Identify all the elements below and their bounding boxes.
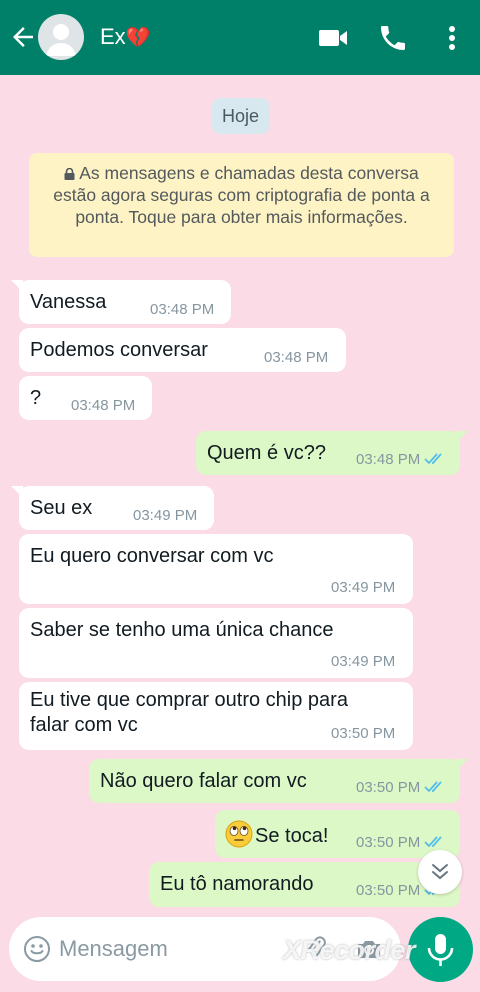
message-time: 03:48 PM	[356, 451, 446, 468]
message-text: Saber se tenho uma única chance	[30, 619, 334, 641]
message-bubble-incoming[interactable]: Saber se tenho uma única chance 03:49 PM	[19, 608, 413, 678]
message-text: Eu tô namorando	[160, 873, 314, 895]
more-options-icon[interactable]	[436, 22, 468, 54]
message-time: 03:49 PM	[331, 579, 396, 596]
double-chevron-down-icon	[432, 864, 448, 880]
message-time: 03:50 PM	[331, 725, 396, 742]
recorder-watermark: XRecorder	[283, 935, 416, 965]
message-time: 03:48 PM	[150, 301, 215, 318]
scroll-to-bottom-button[interactable]	[418, 850, 462, 894]
message-text: Eu quero conversar com vc	[30, 545, 274, 567]
message-bubble-incoming[interactable]: Eu tive que comprar outro chip para fala…	[19, 682, 413, 750]
read-receipt-icon	[424, 836, 442, 848]
message-time: 03:50 PM	[356, 779, 446, 796]
video-call-icon[interactable]	[317, 22, 349, 54]
message-time: 03:49 PM	[331, 653, 396, 670]
avatar[interactable]	[38, 14, 84, 60]
mic-icon	[427, 934, 454, 966]
message-bubble-incoming[interactable]: Seu ex 03:49 PM	[11, 486, 214, 530]
message-bubble-incoming[interactable]: ? 03:48 PM	[19, 376, 152, 420]
contact-name[interactable]: Ex💔	[100, 24, 151, 50]
broken-heart-emoji: 💔	[125, 27, 151, 49]
read-receipt-icon	[424, 781, 442, 793]
message-text: Vanessa	[30, 291, 107, 313]
emoji-icon[interactable]	[23, 935, 51, 963]
mic-button[interactable]	[408, 917, 473, 982]
message-text-content: Se toca!	[255, 825, 329, 847]
message-text: Eu tive que comprar outro chip para fala…	[30, 689, 348, 736]
eye-roll-emoji-icon	[225, 820, 253, 848]
message-text: ?	[30, 387, 42, 409]
message-time: 03:49 PM	[133, 507, 198, 524]
contact-name-text: Ex	[100, 24, 126, 49]
message-bubble-outgoing[interactable]: Não quero falar com vc 03:50 PM	[89, 759, 468, 803]
message-text: Seu ex	[30, 497, 93, 519]
back-arrow-icon[interactable]	[8, 22, 38, 52]
date-chip: Hoje	[212, 98, 269, 134]
message-text: Se toca!	[225, 820, 328, 849]
message-time: 03:48 PM	[71, 397, 136, 414]
message-text: Não quero falar com vc	[100, 770, 307, 792]
encryption-notice-text: As mensagens e chamadas desta conversa e…	[53, 163, 430, 227]
message-bubble-incoming[interactable]: Podemos conversar 03:48 PM	[19, 328, 346, 372]
message-bubble-outgoing[interactable]: Eu tô namorando 03:50 PM	[149, 862, 460, 907]
message-bubble-outgoing[interactable]: Quem é vc?? 03:48 PM	[196, 431, 468, 475]
read-receipt-icon	[424, 453, 442, 465]
encryption-notice[interactable]: As mensagens e chamadas desta conversa e…	[29, 153, 454, 257]
message-time: 03:48 PM	[264, 349, 329, 366]
message-time: 03:50 PM	[356, 834, 446, 851]
message-text: Podemos conversar	[30, 339, 208, 361]
message-text: Quem é vc??	[207, 442, 326, 464]
message-input[interactable]	[59, 931, 269, 967]
lock-icon	[64, 168, 75, 180]
voice-call-icon[interactable]	[377, 22, 409, 54]
message-bubble-incoming[interactable]: Eu quero conversar com vc 03:49 PM	[19, 534, 413, 604]
message-bubble-incoming[interactable]: Vanessa 03:48 PM	[11, 280, 231, 324]
chat-header: Ex💔	[0, 0, 480, 75]
